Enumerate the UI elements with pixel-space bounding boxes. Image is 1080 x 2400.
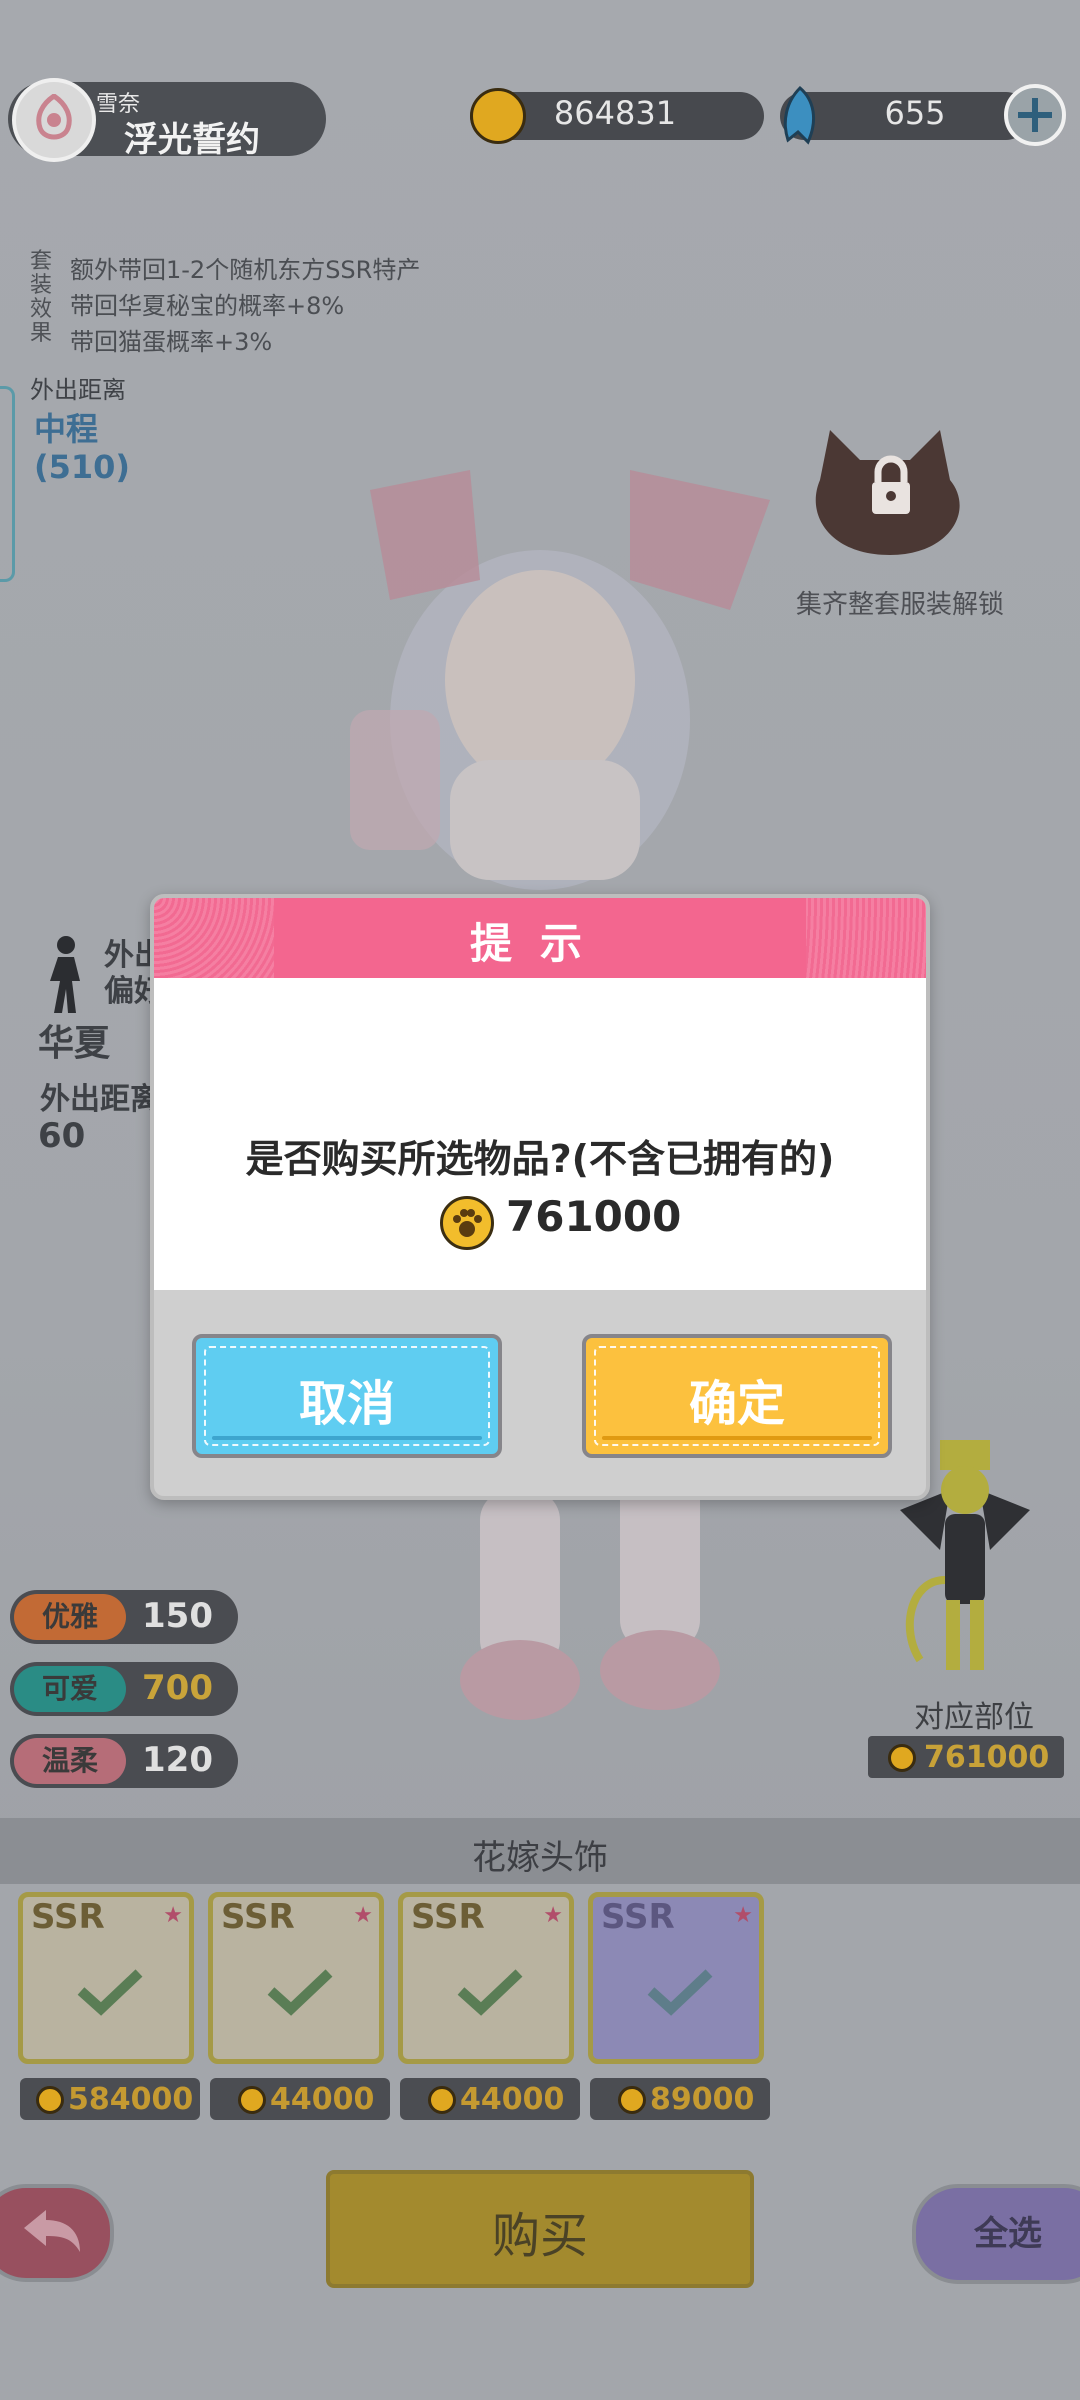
attribute-cute: 可爱 700 <box>10 1662 238 1716</box>
check-icon <box>77 1969 143 2016</box>
part-price-value: 761000 <box>924 1740 1050 1775</box>
back-arrow-icon <box>24 2210 80 2252</box>
button-underline <box>602 1436 872 1440</box>
outing-distance-label: 外出距离 <box>40 1082 160 1117</box>
item-price-value: 44000 <box>460 2082 565 2117</box>
walking-person-icon <box>50 936 80 1013</box>
rarity-badge: SSR <box>221 1897 295 1937</box>
back-button[interactable] <box>0 2184 114 2282</box>
item-price-value: 584000 <box>68 2082 194 2117</box>
attribute-gentle: 温柔 120 <box>10 1734 238 1788</box>
paw-coin-icon <box>888 1744 916 1772</box>
paw-currency-value: 864831 <box>553 94 677 132</box>
distance-value: (510) <box>34 448 131 486</box>
attribute-value: 120 <box>142 1740 213 1780</box>
rarity-badge: SSR <box>31 1897 105 1937</box>
dialog-message: 是否购买所选物品?(不含已拥有的) <box>245 1137 835 1181</box>
item-price: 44000 <box>210 2078 390 2120</box>
paw-coin-icon <box>470 88 526 144</box>
distance-type: 中程 <box>34 410 99 448</box>
check-icon <box>647 1969 713 2016</box>
attribute-value: 150 <box>142 1596 213 1636</box>
item-price: 44000 <box>400 2078 580 2120</box>
attribute-label: 温柔 <box>14 1738 126 1784</box>
set-effect-line: 带回华夏秘宝的概率+8% <box>70 292 345 320</box>
attribute-label: 可爱 <box>14 1666 126 1712</box>
attribute-elegant: 优雅 150 <box>10 1590 238 1644</box>
purchase-confirm-dialog: 提示 是否购买所选物品?(不含已拥有的) 761000 取消 确定 <box>150 894 930 1500</box>
paw-coin-icon <box>618 2086 646 2114</box>
part-price: 761000 <box>868 1736 1064 1778</box>
rarity-badge: SSR <box>601 1897 675 1937</box>
character-name: 浮光誓约 <box>124 120 260 160</box>
check-icon <box>267 1969 333 2016</box>
cancel-button[interactable]: 取消 <box>192 1334 502 1458</box>
item-price-value: 44000 <box>270 2082 375 2117</box>
check-icon <box>457 1969 523 2016</box>
confirm-button[interactable]: 确定 <box>582 1334 892 1458</box>
attribute-value: 700 <box>142 1668 213 1708</box>
distance-label: 外出距离 <box>30 376 126 404</box>
star-icon: ★ <box>163 1903 183 1928</box>
set-effect-line: 带回猫蛋概率+3% <box>70 328 273 356</box>
buy-button-label: 购买 <box>491 2208 588 2264</box>
set-effect-line: 额外带回1-2个随机东方SSR特产 <box>70 256 421 284</box>
paw-coin-icon <box>238 2086 266 2114</box>
plus-icon <box>1018 98 1052 132</box>
star-icon: ★ <box>543 1903 563 1928</box>
attribute-label: 优雅 <box>14 1594 126 1640</box>
locked-cat-icon[interactable] <box>800 420 980 560</box>
lock-hint-text: 集齐整套服装解锁 <box>796 590 1005 620</box>
paw-icon <box>453 1209 482 1237</box>
fish-gem-icon <box>783 85 816 145</box>
paw-coin-icon <box>428 2086 456 2114</box>
item-price-value: 89000 <box>650 2082 755 2117</box>
dialog-title: 提示 <box>469 919 610 968</box>
confirm-button-label: 确定 <box>688 1376 785 1432</box>
star-icon: ★ <box>733 1903 753 1928</box>
paw-coin-icon <box>440 1196 494 1250</box>
star-icon: ★ <box>353 1903 373 1928</box>
item-card[interactable]: SSR ★ <box>398 1892 574 2064</box>
rarity-badge: SSR <box>411 1897 485 1937</box>
character-emblem-icon <box>36 94 72 140</box>
item-price: 584000 <box>20 2078 200 2120</box>
cancel-button-label: 取消 <box>298 1376 395 1432</box>
part-label: 对应部位 <box>914 1700 1034 1735</box>
side-panel-handle[interactable] <box>0 386 15 582</box>
region-label: 华夏 <box>38 1023 111 1064</box>
select-all-label: 全选 <box>974 2214 1042 2254</box>
dialog-amount: 761000 <box>506 1192 682 1241</box>
add-currency-button[interactable] <box>1004 84 1066 146</box>
gem-currency-value: 655 <box>884 94 946 132</box>
button-underline <box>212 1436 482 1440</box>
paw-coin-icon <box>36 2086 64 2114</box>
dialog-body: 是否购买所选物品?(不含已拥有的) 761000 <box>154 978 926 1290</box>
item-card[interactable]: SSR ★ <box>208 1892 384 2064</box>
item-card[interactable]: SSR ★ <box>18 1892 194 2064</box>
outing-distance-value: 60 <box>38 1116 86 1156</box>
character-avatar[interactable] <box>12 78 96 162</box>
category-title: 花嫁头饰 <box>472 1838 608 1878</box>
set-effect-label: 套装效果 <box>30 249 53 346</box>
item-card[interactable]: SSR ★ <box>588 1892 764 2064</box>
item-price: 89000 <box>590 2078 770 2120</box>
